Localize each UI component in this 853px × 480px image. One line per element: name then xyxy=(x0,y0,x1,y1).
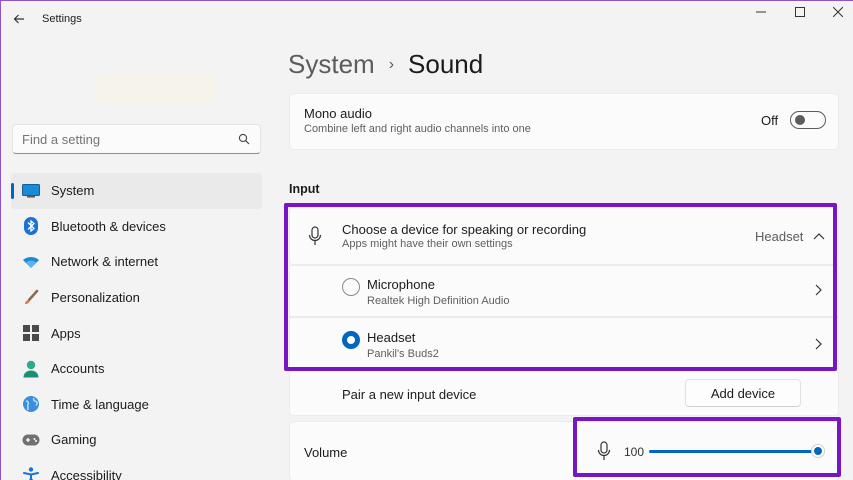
sidebar-item-accounts[interactable]: Accounts xyxy=(11,351,262,387)
sidebar-item-accessibility[interactable]: Accessibility xyxy=(11,458,262,480)
sidebar-nav: System Bluetooth & devices Network & int… xyxy=(11,173,262,480)
sidebar-item-time-language[interactable]: Time & language xyxy=(11,387,262,423)
wifi-icon xyxy=(22,253,40,271)
sidebar-item-label: Gaming xyxy=(51,432,97,448)
maximize-icon xyxy=(795,7,805,17)
minimize-button[interactable] xyxy=(753,5,769,19)
sidebar-item-label: Time & language xyxy=(51,396,149,412)
breadcrumb-separator: › xyxy=(388,55,395,73)
sidebar-item-network[interactable]: Network & internet xyxy=(11,244,262,280)
sidebar-item-label: Network & internet xyxy=(51,254,158,270)
accounts-icon xyxy=(22,360,40,378)
globe-icon xyxy=(22,395,40,413)
sidebar-item-label: Bluetooth & devices xyxy=(51,218,166,234)
search-input[interactable] xyxy=(22,132,222,147)
search-box[interactable] xyxy=(12,124,261,154)
user-profile[interactable] xyxy=(96,74,216,104)
back-arrow-icon xyxy=(13,14,24,24)
mono-audio-card: Mono audio Combine left and right audio … xyxy=(289,93,839,150)
pair-input-label: Pair a new input device xyxy=(342,387,477,402)
mono-audio-state: Off xyxy=(761,113,779,128)
sidebar-item-label: Accessibility xyxy=(51,468,122,480)
sidebar-item-bluetooth[interactable]: Bluetooth & devices xyxy=(11,209,262,245)
gamepad-icon xyxy=(22,431,40,449)
input-highlight-box xyxy=(284,203,837,371)
bluetooth-icon xyxy=(22,217,40,236)
close-button[interactable] xyxy=(830,5,846,19)
sidebar-item-system[interactable]: System xyxy=(11,173,262,209)
app-title: Settings xyxy=(42,13,82,25)
volume-highlight-box xyxy=(573,417,841,477)
breadcrumb-parent[interactable]: System xyxy=(288,49,375,80)
close-icon xyxy=(833,7,843,17)
mono-audio-title: Mono audio xyxy=(304,106,372,121)
page-title: Sound xyxy=(408,49,484,79)
add-device-button[interactable]: Add device xyxy=(685,379,801,407)
mono-audio-description: Combine left and right audio channels in… xyxy=(304,123,531,135)
breadcrumb: System › Sound xyxy=(288,49,483,80)
sidebar-item-label: Accounts xyxy=(51,361,105,377)
mono-audio-toggle[interactable] xyxy=(790,111,826,129)
input-section-label: Input xyxy=(289,182,320,196)
sidebar-item-personalization[interactable]: Personalization xyxy=(11,280,262,316)
search-icon[interactable] xyxy=(238,133,250,145)
maximize-button[interactable] xyxy=(792,5,808,19)
back-button[interactable] xyxy=(9,9,29,29)
sidebar-item-label: Apps xyxy=(51,325,81,341)
accessibility-icon xyxy=(22,466,40,480)
system-icon xyxy=(22,182,40,200)
title-bar: Settings xyxy=(1,1,853,41)
pair-input-card: Pair a new input device Add device xyxy=(289,370,839,416)
volume-label: Volume xyxy=(304,445,348,460)
sidebar-item-gaming[interactable]: Gaming xyxy=(11,422,262,458)
toggle-knob xyxy=(795,115,805,125)
sidebar-item-label: Personalization xyxy=(51,290,140,306)
apps-icon xyxy=(22,324,40,342)
brush-icon xyxy=(22,289,40,307)
sidebar-item-label: System xyxy=(51,183,95,199)
sidebar-item-apps[interactable]: Apps xyxy=(11,315,262,351)
minimize-icon xyxy=(756,11,766,13)
